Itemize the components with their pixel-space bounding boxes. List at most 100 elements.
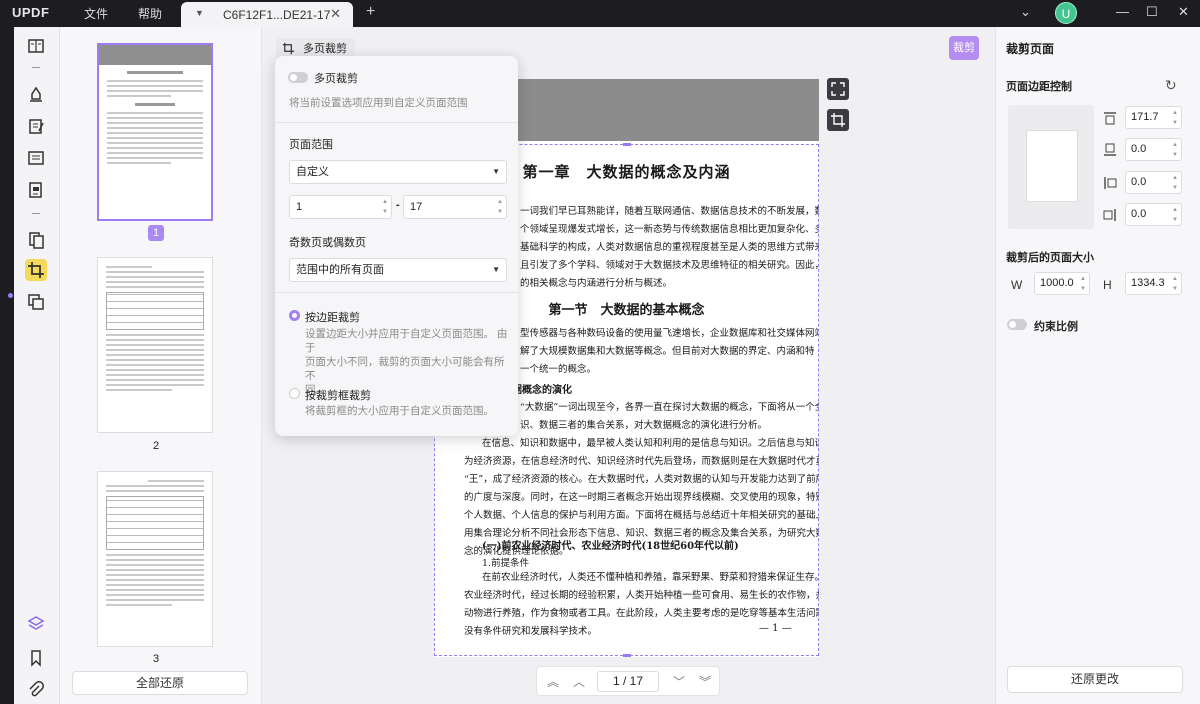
highlighter-icon[interactable]	[25, 83, 47, 105]
multi-crop-label: 多页裁剪	[314, 73, 358, 85]
crop-by-margin-label[interactable]: 按边距裁剪	[305, 309, 360, 325]
crop-by-box-radio[interactable]	[289, 388, 300, 399]
multi-page-crop-button[interactable]: 多页裁剪	[276, 38, 355, 58]
layers-icon[interactable]	[25, 613, 47, 635]
fit-crop-icon[interactable]	[827, 78, 849, 100]
paragraph-3a: “大数据”一词出现至今，各界一直在探讨大数据的概念，下面将从一个全新 识、数据三者…	[520, 402, 819, 431]
document-tab[interactable]: ▼ C6F12F1...DE21-17 ✕	[181, 2, 353, 27]
thumbnail-panel: 1 2 3 全部还原	[60, 27, 262, 704]
stepper-icon[interactable]: ▲ ▼	[1172, 140, 1178, 160]
stepper-icon[interactable]: ▲ ▼	[1080, 274, 1086, 294]
page-number-3: 3	[152, 653, 160, 665]
range-dash: -	[396, 199, 400, 211]
paragraph-1: 一词我们早已耳熟能详，随着互联网通信、数据信息技术的不断发展，数据量 个领域呈现爆…	[520, 206, 819, 289]
height-input[interactable]: 1334.3 ▲ ▼	[1125, 272, 1182, 295]
prev-page-icon[interactable]: ︿	[573, 673, 585, 690]
restore-changes-button[interactable]: 还原更改	[1007, 666, 1183, 693]
margin-right-icon	[1103, 209, 1116, 221]
keep-ratio-label: 约束比例	[1034, 321, 1078, 333]
close-window-icon[interactable]: ✕	[1178, 4, 1189, 20]
convert-icon[interactable]	[25, 291, 47, 313]
odd-even-select[interactable]: 范围中的所有页面 ▼	[289, 258, 507, 282]
multi-page-crop-label: 多页裁剪	[303, 43, 347, 55]
era-heading: (一)前农业经济时代、农业经济时代(18世纪60年代以前)	[482, 541, 739, 552]
avatar[interactable]: U	[1055, 2, 1077, 24]
title-bar: UPDF 文件 帮助 ▼ C6F12F1...DE21-17 ✕ + ⌄ U —…	[0, 0, 1200, 27]
width-input[interactable]: 1000.0 ▲ ▼	[1034, 272, 1090, 295]
page-input[interactable]: 1 / 17	[597, 671, 659, 692]
width-label: W	[1011, 278, 1023, 292]
size-heading: 裁剪后的页面大小	[1006, 252, 1094, 264]
page-thumbnail-3[interactable]	[97, 471, 213, 647]
page-navigator: ︽ ︿ 1 / 17 ﹀ ︾	[536, 666, 720, 696]
era-subheading: 1.前提条件	[482, 558, 530, 569]
stepper-icon[interactable]: ▲ ▼	[1172, 108, 1178, 128]
page-number-1: 1	[148, 225, 164, 241]
stepper-icon[interactable]: ▲ ▼	[382, 197, 388, 217]
dropdown-caret-icon: ▼	[492, 265, 500, 274]
crop-icon[interactable]	[25, 259, 47, 281]
maximize-icon[interactable]: ☐	[1146, 4, 1158, 20]
next-page-icon[interactable]: ﹀	[673, 673, 685, 690]
crop-by-box-label[interactable]: 按裁剪框裁剪	[305, 387, 371, 403]
page-number-2: 2	[152, 440, 160, 452]
crop-small-icon	[282, 42, 295, 54]
app-logo: UPDF	[12, 5, 50, 20]
page-range-heading: 页面范围	[289, 139, 333, 151]
page-preview	[1008, 105, 1094, 229]
page-range-select[interactable]: 自定义 ▼	[289, 160, 507, 184]
page-thumbnail-2[interactable]	[97, 257, 213, 433]
stepper-icon[interactable]: ▲ ▼	[497, 197, 503, 217]
stepper-icon[interactable]: ▲ ▼	[1172, 205, 1178, 225]
attachment-icon[interactable]	[25, 679, 47, 701]
keep-ratio-toggle[interactable]	[1007, 319, 1027, 330]
organize-pages-icon[interactable]	[25, 229, 47, 251]
margin-top-input[interactable]: 171.7 ▲ ▼	[1125, 106, 1182, 129]
close-tab-icon[interactable]: ✕	[330, 6, 341, 22]
margin-left-input[interactable]: 0.0 ▲ ▼	[1125, 171, 1182, 194]
dropdown-caret-icon: ▼	[492, 167, 500, 176]
reader-icon[interactable]	[25, 35, 47, 57]
new-tab-icon[interactable]: +	[366, 3, 375, 21]
crop-handle-top[interactable]	[623, 143, 631, 146]
last-page-icon[interactable]: ︾	[699, 673, 711, 690]
tab-title: C6F12F1...DE21-17	[223, 8, 331, 22]
page-thumbnail-1[interactable]	[97, 43, 213, 221]
sign-icon[interactable]	[25, 179, 47, 201]
range-to-input[interactable]: 17 ▲ ▼	[403, 195, 507, 219]
edit-text-icon[interactable]	[25, 115, 47, 137]
reset-icon[interactable]: ↻	[1165, 77, 1177, 94]
odd-even-heading: 奇数页或偶数页	[289, 237, 366, 249]
paragraph-2: 型传感器与各种数码设备的使用量飞速增长，企业数据库和社交媒体网站日 解了大规模数据…	[520, 328, 819, 375]
margin-left-icon	[1104, 177, 1117, 189]
restore-all-button[interactable]: 全部还原	[72, 671, 248, 695]
subsection-heading: 据概念的演化	[512, 385, 572, 396]
multi-crop-popover: 多页裁剪 将当前设置选项应用到自定义页面范围 页面范围 自定义 ▼ 1 ▲ ▼ - 1…	[275, 56, 518, 436]
margin-bottom-input[interactable]: 0.0 ▲ ▼	[1125, 138, 1182, 161]
stepper-icon[interactable]: ▲ ▼	[1172, 274, 1178, 294]
minimize-icon[interactable]: —	[1116, 4, 1129, 19]
crop-by-box-hint: 将裁剪框的大小应用于自定义页面范围。	[305, 405, 494, 417]
margin-right-input[interactable]: 0.0 ▲ ▼	[1125, 203, 1182, 226]
page-footer: — 1 —	[759, 623, 792, 634]
form-icon[interactable]	[25, 147, 47, 169]
first-page-icon[interactable]: ︽	[547, 673, 559, 690]
crop-by-margin-radio[interactable]	[289, 310, 300, 321]
crop-handle-bottom[interactable]	[623, 654, 631, 657]
margin-top-icon	[1104, 112, 1116, 125]
tab-dropdown-icon[interactable]: ▼	[195, 8, 204, 18]
crop-button[interactable]: 裁剪	[949, 36, 979, 60]
menu-file[interactable]: 文件	[84, 5, 108, 22]
crop-settings-panel: 裁剪页面 页面边距控制 ↻ 171.7 ▲ ▼ 0.0 ▲ ▼ 0.0 ▲ ▼ 0.0 ▲ ▼ …	[995, 27, 1200, 704]
menu-help[interactable]: 帮助	[138, 5, 162, 22]
indicator-dot	[8, 293, 13, 298]
chevron-down-icon[interactable]: ⌄	[1020, 4, 1031, 20]
margin-bottom-icon	[1104, 143, 1116, 156]
auto-crop-icon[interactable]	[827, 109, 849, 131]
stepper-icon[interactable]: ▲ ▼	[1172, 173, 1178, 193]
bookmark-icon[interactable]	[25, 647, 47, 669]
height-label: H	[1103, 278, 1112, 292]
range-from-input[interactable]: 1 ▲ ▼	[289, 195, 392, 219]
panel-title: 裁剪页面	[1006, 42, 1055, 56]
multi-crop-toggle[interactable]	[288, 72, 308, 83]
